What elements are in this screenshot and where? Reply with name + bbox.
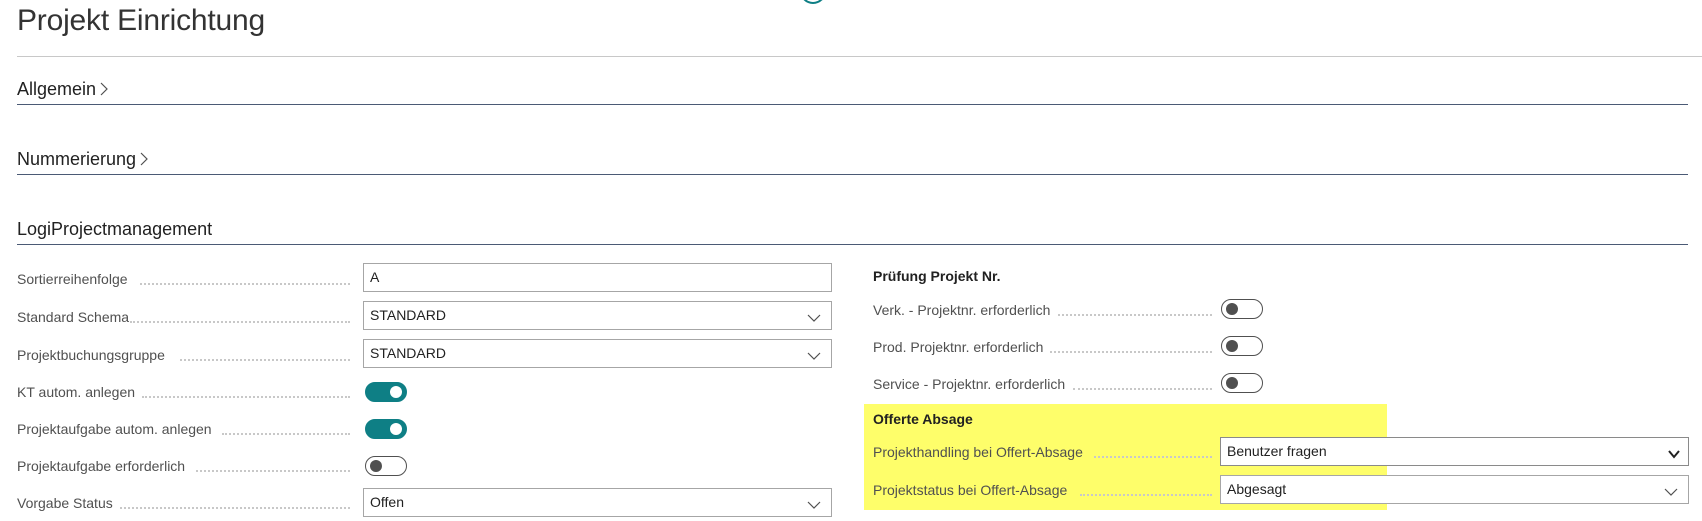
toggle-knob (370, 460, 382, 472)
offerte-group-title: Offerte Absage (873, 411, 973, 427)
sortierreihenfolge-value: A (370, 269, 380, 285)
toggle-knob (1226, 340, 1238, 352)
projektbuchungsgruppe-label: Projektbuchungsgruppe (17, 347, 165, 363)
standard-schema-value: STANDARD (370, 307, 446, 323)
section-nummerierung-text: Nummerierung (17, 149, 137, 169)
loading-indicator (800, 0, 826, 4)
vorgabe-status-label: Vorgabe Status (17, 495, 113, 511)
toggle-knob (390, 386, 402, 398)
chevron-right-icon (140, 150, 148, 171)
vorgabe-status-value: Offen (370, 494, 404, 510)
sortierreihenfolge-input[interactable]: A (363, 263, 832, 292)
section-logiprojectmanagement[interactable]: LogiProjectmanagement (17, 215, 1688, 245)
section-allgemein-label[interactable]: Allgemein (17, 79, 108, 101)
toggle-knob (1226, 303, 1238, 315)
sortierreihenfolge-label: Sortierreihenfolge (17, 271, 128, 287)
section-allgemein-text: Allgemein (17, 79, 97, 99)
projektaufgabe-erforderlich-toggle[interactable] (365, 456, 407, 476)
pruefung-group-title: Prüfung Projekt Nr. (873, 268, 1001, 284)
status-select[interactable]: Abgesagt (1220, 475, 1689, 504)
verk-label: Verk. - Projektnr. erforderlich (873, 302, 1051, 318)
chevron-right-icon (100, 80, 108, 101)
prod-toggle[interactable] (1221, 336, 1263, 356)
leader-dots (1073, 388, 1212, 390)
projektaufgabe-erforderlich-label: Projektaufgabe erforderlich (17, 458, 186, 474)
leader-dots (180, 359, 350, 361)
projektbuchungsgruppe-value: STANDARD (370, 345, 446, 361)
vorgabe-status-select[interactable]: Offen (363, 488, 832, 517)
leader-dots (1050, 351, 1212, 353)
verk-toggle[interactable] (1221, 299, 1263, 319)
chevron-down-icon (807, 497, 821, 513)
leader-dots (120, 507, 350, 509)
chevron-down-icon (807, 348, 821, 364)
projektbuchungsgruppe-select[interactable]: STANDARD (363, 339, 832, 368)
section-nummerierung[interactable]: Nummerierung (17, 145, 1688, 175)
section-logi-label[interactable]: LogiProjectmanagement (17, 219, 212, 240)
service-toggle[interactable] (1221, 373, 1263, 393)
standard-schema-label: Standard Schema (17, 309, 130, 325)
leader-dots (222, 433, 350, 435)
leader-dots (142, 396, 350, 398)
title-divider (17, 56, 1702, 57)
section-allgemein[interactable]: Allgemein (17, 75, 1688, 105)
leader-dots (1058, 314, 1212, 316)
section-nummerierung-label[interactable]: Nummerierung (17, 149, 148, 171)
status-label: Projektstatus bei Offert-Absage (873, 482, 1068, 498)
handling-value: Benutzer fragen (1227, 443, 1327, 459)
leader-dots (1080, 494, 1212, 496)
prod-label: Prod. Projektnr. erforderlich (873, 339, 1044, 355)
toggle-knob (390, 423, 402, 435)
page-title: Projekt Einrichtung (17, 4, 265, 37)
leader-dots (140, 283, 350, 285)
handling-select[interactable]: Benutzer fragen (1220, 437, 1689, 466)
chevron-down-icon (1668, 446, 1680, 462)
status-value: Abgesagt (1227, 481, 1287, 497)
toggle-knob (1226, 377, 1238, 389)
standard-schema-select[interactable]: STANDARD (363, 301, 832, 330)
chevron-down-icon (1664, 484, 1678, 500)
handling-label: Projekthandling bei Offert-Absage (873, 444, 1083, 460)
leader-dots (130, 321, 350, 323)
chevron-down-icon (807, 310, 821, 326)
leader-dots (1094, 456, 1212, 458)
projektaufgabe-autom-toggle[interactable] (365, 419, 407, 439)
leader-dots (196, 470, 350, 472)
kt-autom-toggle[interactable] (365, 382, 407, 402)
service-label: Service - Projektnr. erforderlich (873, 376, 1066, 392)
projektaufgabe-autom-label: Projektaufgabe autom. anlegen (17, 421, 212, 437)
kt-autom-label: KT autom. anlegen (17, 384, 136, 400)
